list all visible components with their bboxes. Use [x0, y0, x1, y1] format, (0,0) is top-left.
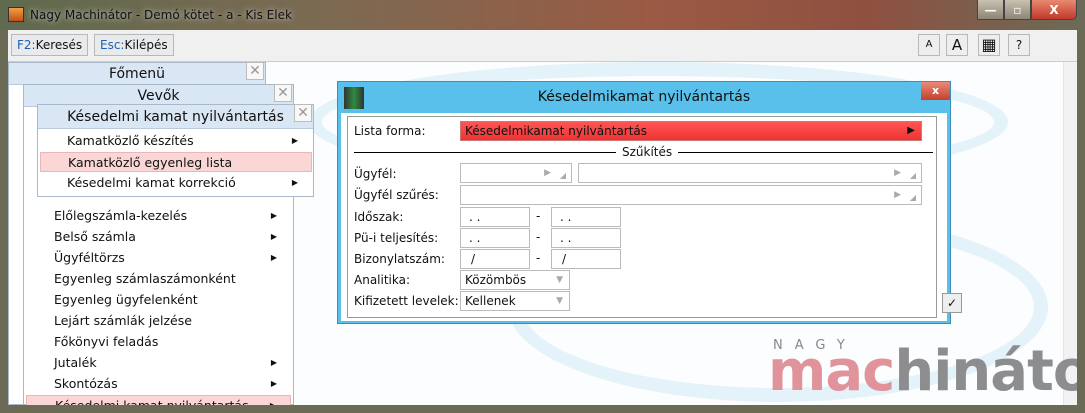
menu-item[interactable]: Előlegszámla-kezelés ▶: [26, 206, 291, 226]
menu-item-label: Jutalék: [54, 355, 97, 370]
kifizetett-label: Kifizetett levelek:: [354, 294, 459, 308]
dash: -: [536, 251, 541, 265]
menu-item[interactable]: Egyenleg számlaszámonként: [26, 269, 291, 289]
pu-to-input[interactable]: . .: [551, 228, 621, 248]
chevron-down-icon: ▼: [556, 275, 563, 285]
kesedelmi-title: Késedelmi kamat nyilvántartás: [38, 105, 313, 129]
maximize-button[interactable]: ▫: [1004, 0, 1031, 20]
submenu-arrow-icon: ▶: [270, 253, 277, 262]
minimize-button[interactable]: —: [977, 0, 1004, 20]
menu-item-label: Lejárt számlák jelzése: [54, 313, 192, 328]
menu-item-label: Egyenleg számlaszámonként: [54, 271, 236, 286]
search-button[interactable]: F2:Keresés: [11, 34, 89, 56]
analitika-label: Analitika:: [354, 273, 411, 287]
chevron-down-icon: ▼: [556, 296, 563, 306]
vevok-close-icon[interactable]: ✕: [274, 84, 292, 102]
dialog-close-button[interactable]: x: [921, 82, 950, 100]
submenu-arrow-icon: ▶: [270, 358, 277, 367]
menu-item[interactable]: Belső számla ▶: [26, 227, 291, 247]
menu-item-label: Késedelmi kamat nyilvántartás: [55, 398, 249, 405]
submenu-arrow-icon: ▶: [291, 136, 298, 145]
idoszak-from-input[interactable]: . .: [460, 207, 530, 227]
dash: -: [536, 209, 541, 223]
kesedelmi-close-icon[interactable]: ✕: [294, 104, 312, 122]
menu-item-label: Belső számla: [54, 229, 136, 244]
app-icon: [8, 7, 24, 22]
main-menu-title: Főmenü: [9, 63, 265, 85]
menu-item[interactable]: Skontózás ▶: [26, 374, 291, 394]
close-button[interactable]: X: [1031, 0, 1077, 20]
ugyfel-label: Ügyfél:: [354, 167, 397, 181]
idoszak-to-input[interactable]: . .: [551, 207, 621, 227]
title-bar: Nagy Machinátor - Demó kötet - a - Kis E…: [0, 0, 1085, 30]
menu-item[interactable]: Késedelmi kamat korrekció ▶: [40, 173, 312, 193]
menu-item-label: Egyenleg ügyfelenként: [54, 292, 198, 307]
play-arrow-icon: ▶: [907, 125, 915, 136]
main-menu-close-icon[interactable]: ✕: [246, 62, 264, 80]
font-small-button[interactable]: A: [918, 34, 940, 56]
lista-forma-select[interactable]: Késedelmikamat nyilvántartás ▶: [460, 121, 922, 141]
menu-item[interactable]: Késedelmi kamat nyilvántartás ▶: [26, 395, 291, 405]
ugyfel-szures-label: Ügyfél szűrés:: [354, 188, 439, 202]
ok-check-button[interactable]: ✓: [942, 293, 962, 313]
menu-item-label: Késedelmi kamat korrekció: [67, 175, 236, 190]
bizonylatszam-label: Bizonylatszám:: [354, 252, 445, 266]
ugyfel-szures-input[interactable]: ▶ ◢: [460, 185, 922, 205]
menu-item[interactable]: Kamatközlő egyenleg lista: [40, 152, 312, 172]
submenu-arrow-icon: ▶: [270, 211, 277, 220]
help-button[interactable]: ?: [1008, 34, 1030, 56]
kifizetett-select[interactable]: Kellenek ▼: [460, 291, 570, 311]
workspace: Főmenü ✕ Vevők Előlegszámla-kezelés ▶ Bels…: [8, 62, 1077, 405]
menu-item-label: Főkönyvi feladás: [54, 334, 159, 349]
menu-item-label: Kamatközlő egyenleg lista: [68, 155, 233, 170]
submenu-arrow-icon: ▶: [270, 379, 277, 388]
submenu-arrow-icon: ▶: [270, 232, 277, 241]
menu-item-label: Ügyféltörzs: [54, 250, 125, 265]
dash: -: [536, 230, 541, 244]
section-title: Szűkítés: [616, 145, 679, 159]
menu-item[interactable]: Egyenleg ügyfelenként: [26, 290, 291, 310]
pu-teljesites-label: Pü-i teljesítés:: [354, 231, 439, 245]
toolbar: F2:Keresés Esc:Kilépés A A ▦ ?: [8, 30, 1077, 62]
menu-item[interactable]: Kamatközlő készítés ▶: [40, 131, 312, 151]
logo: machinátor: [768, 339, 1077, 404]
kesedelmi-panel: Késedelmi kamat nyilvántartás Kamatközlő…: [37, 104, 314, 197]
menu-item-label: Skontózás: [54, 376, 118, 391]
menu-item[interactable]: Főkönyvi feladás: [26, 332, 291, 352]
dialog-title: Késedelmikamat nyilvántartás: [537, 89, 751, 105]
grid-icon[interactable]: ▦: [978, 34, 1000, 56]
bizonylat-from-input[interactable]: /: [460, 249, 530, 269]
window-title: Nagy Machinátor - Demó kötet - a - Kis E…: [30, 8, 292, 22]
idoszak-label: Időszak:: [354, 210, 404, 224]
filter-form: Lista forma: Késedelmikamat nyilvántartá…: [347, 116, 937, 318]
submenu-arrow-icon: ▶: [291, 178, 298, 187]
pu-from-input[interactable]: . .: [460, 228, 530, 248]
exit-button[interactable]: Esc:Kilépés: [94, 34, 174, 56]
menu-item[interactable]: Jutalék ▶: [26, 353, 291, 373]
menu-item-label: Kamatközlő készítés: [67, 133, 194, 148]
lista-forma-label: Lista forma:: [354, 124, 426, 138]
analitika-select[interactable]: Közömbös ▼: [460, 270, 570, 290]
menu-item[interactable]: Lejárt számlák jelzése: [26, 311, 291, 331]
dialog-app-icon: [344, 87, 364, 109]
ugyfel-code-input[interactable]: ▶ ◢: [460, 163, 572, 183]
ugyfel-name-input[interactable]: ▶ ◢: [578, 163, 922, 183]
menu-item-label: Előlegszámla-kezelés: [54, 208, 188, 223]
kesedelmi-dialog: Késedelmikamat nyilvántartás x Lista for…: [337, 81, 951, 324]
font-large-button[interactable]: A: [946, 34, 968, 56]
menu-item[interactable]: Ügyféltörzs ▶: [26, 248, 291, 268]
submenu-arrow-icon: ▶: [270, 396, 276, 405]
bizonylat-to-input[interactable]: /: [551, 249, 621, 269]
